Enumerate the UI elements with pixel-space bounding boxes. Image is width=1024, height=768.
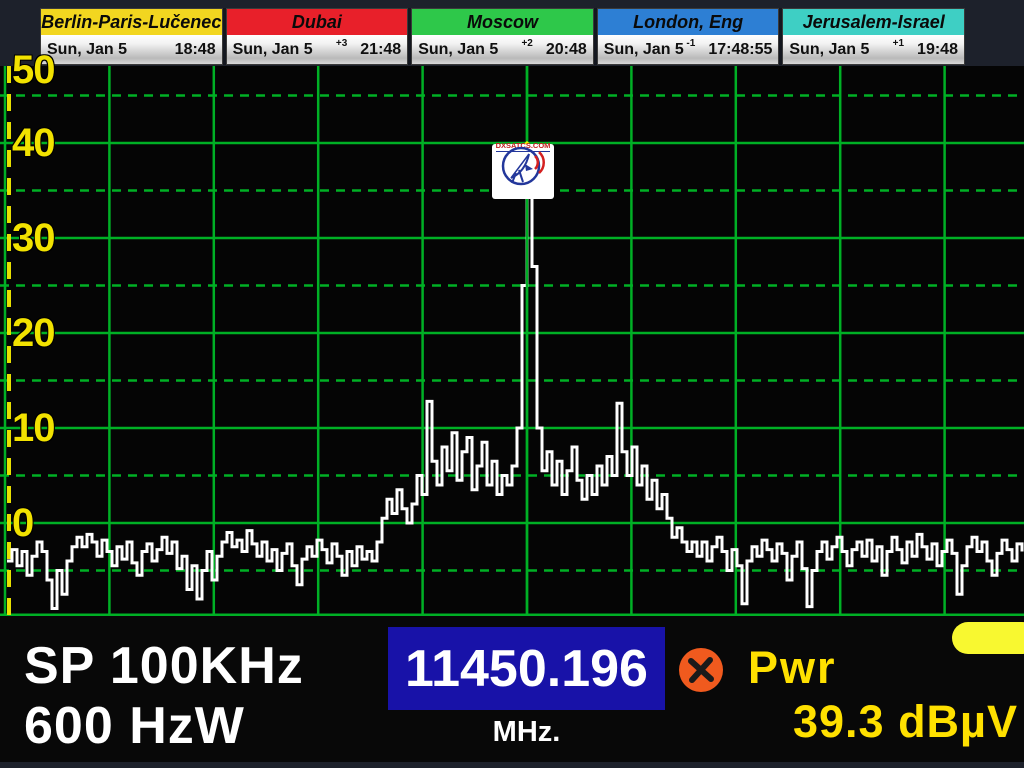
- clock-date: Sun, Jan 5: [789, 41, 869, 59]
- clock-city-label: Berlin-Paris-Lučenec: [41, 9, 222, 35]
- clock-date: Sun, Jan 5: [47, 41, 127, 59]
- clock-city-label: London, Eng: [598, 9, 779, 35]
- y-axis-label: 30: [12, 218, 55, 258]
- clock-date: Sun, Jan 5: [233, 41, 313, 59]
- clock-city-label: Dubai: [227, 9, 408, 35]
- frequency-value: 11450.196: [405, 639, 648, 699]
- satellite-dish-icon: [492, 144, 552, 188]
- clock-panel-dubai: Dubai Sun, Jan 5 +3 21:48: [226, 8, 409, 65]
- clock-time: 20:48: [546, 41, 587, 59]
- clock-panel-moscow: Moscow Sun, Jan 5 +2 20:48: [411, 8, 594, 65]
- clock-utc-offset: +3: [336, 38, 347, 49]
- clock-utc-offset: +1: [893, 38, 904, 49]
- side-tab-button[interactable]: [952, 622, 1024, 654]
- clock-panel-berlin: Berlin-Paris-Lučenec Sun, Jan 5 18:48: [40, 8, 223, 65]
- dxsatcs-logo: DXSATCS.COM: [492, 144, 554, 199]
- spectrum-plot: 50403020100 DXSATCS.COM: [0, 66, 1024, 616]
- clock-time: 18:48: [175, 41, 216, 59]
- frequency-display: 11450.196: [388, 627, 665, 710]
- readout-panel: SP 100KHz 600 HzW 11450.196 MHz. Pwr 39.…: [0, 616, 1024, 762]
- y-axis-label: 0: [12, 503, 33, 543]
- clock-time: 21:48: [360, 41, 401, 59]
- power-value: 39.3 dBµV: [700, 696, 1018, 748]
- y-axis-label: 20: [12, 313, 55, 353]
- clock-city-label: Jerusalem-Israel: [783, 9, 964, 35]
- clock-utc-offset: -1: [686, 38, 695, 49]
- frequency-unit: MHz.: [388, 716, 665, 749]
- clock-panel-london: London, Eng Sun, Jan 5 -1 17:48:55: [597, 8, 780, 65]
- world-clock-bar: Berlin-Paris-Lučenec Sun, Jan 5 18:48 Du…: [40, 8, 965, 65]
- power-label: Pwr: [748, 642, 837, 694]
- y-axis-label: 10: [12, 408, 55, 448]
- clock-panel-jerusalem: Jerusalem-Israel Sun, Jan 5 +1 19:48: [782, 8, 965, 65]
- clock-date: Sun, Jan 5: [418, 41, 498, 59]
- clock-utc-offset: +2: [521, 38, 532, 49]
- clock-date: Sun, Jan 5: [604, 41, 684, 59]
- spectrum-analyzer-screen: Berlin-Paris-Lučenec Sun, Jan 5 18:48 Du…: [0, 0, 1024, 768]
- close-icon[interactable]: [678, 647, 724, 693]
- clock-time: 19:48: [917, 41, 958, 59]
- y-axis-label: 50: [12, 50, 55, 90]
- clock-time: 17:48:55: [708, 41, 772, 59]
- span-setting: SP 100KHz: [24, 636, 304, 696]
- bandwidth-setting: 600 HzW: [24, 696, 245, 756]
- y-axis-label: 40: [12, 123, 55, 163]
- clock-city-label: Moscow: [412, 9, 593, 35]
